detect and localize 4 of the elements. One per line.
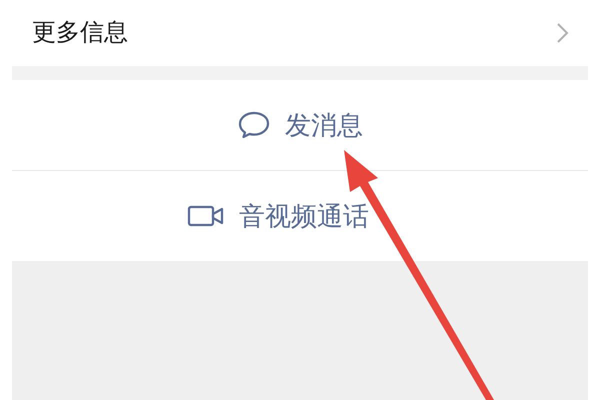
chevron-right-icon xyxy=(556,22,570,44)
chat-bubble-icon xyxy=(237,110,271,140)
video-camera-icon xyxy=(187,204,225,228)
info-label: 更多信息 xyxy=(32,18,128,48)
